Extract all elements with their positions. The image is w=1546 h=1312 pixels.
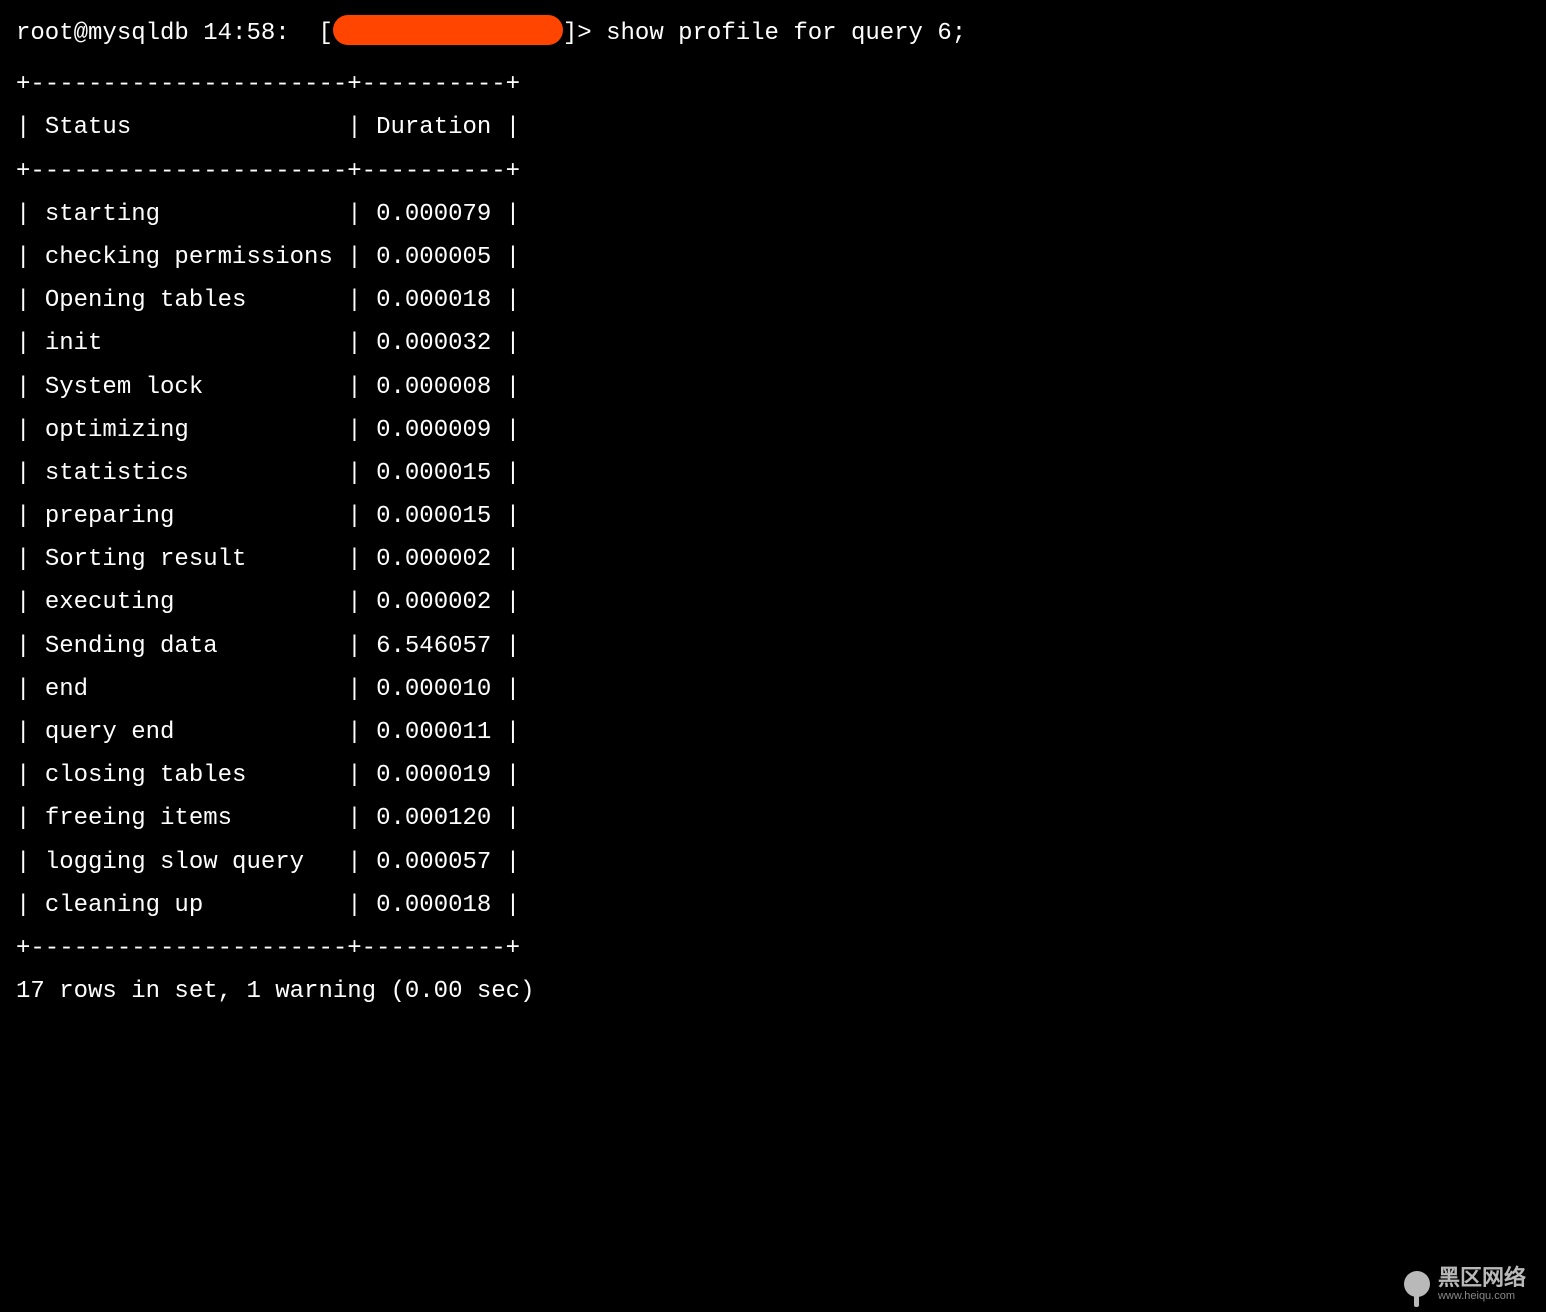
watermark: 黑区网络 www.heiqu.com xyxy=(1404,1266,1526,1302)
duration-cell: 0.000002 xyxy=(376,589,491,616)
result-footer: 17 rows in set, 1 warning (0.00 sec) xyxy=(16,970,1530,1013)
table-header-row: | Status | Duration | xyxy=(16,106,1530,149)
watermark-sub: www.heiqu.com xyxy=(1438,1290,1526,1302)
prompt-time: 14:58 xyxy=(203,20,275,47)
duration-cell: 0.000009 xyxy=(376,417,491,444)
column-header-status: Status xyxy=(45,114,333,141)
mushroom-icon xyxy=(1404,1271,1430,1297)
status-cell: init xyxy=(45,330,333,357)
status-cell: checking permissions xyxy=(45,244,333,271)
table-header-separator: +----------------------+----------+ xyxy=(16,150,1530,193)
table-row: | end | 0.000010 | xyxy=(16,668,1530,711)
table-row: | starting | 0.000079 | xyxy=(16,193,1530,236)
table-row: | preparing | 0.000015 | xyxy=(16,495,1530,538)
bracket-close: ]> xyxy=(563,20,592,47)
status-cell: freeing items xyxy=(45,805,333,832)
table-row: | Sorting result | 0.000002 | xyxy=(16,538,1530,581)
status-cell: logging slow query xyxy=(45,849,333,876)
status-cell: Sending data xyxy=(45,633,333,660)
column-header-duration: Duration xyxy=(376,114,491,141)
status-cell: cleaning up xyxy=(45,892,333,919)
duration-cell: 0.000015 xyxy=(376,503,491,530)
redacted-dbname xyxy=(333,15,563,45)
watermark-main: 黑区网络 xyxy=(1438,1266,1526,1290)
table-row: | cleaning up | 0.000018 | xyxy=(16,884,1530,927)
table-row: | Opening tables | 0.000018 | xyxy=(16,279,1530,322)
status-cell: Sorting result xyxy=(45,546,333,573)
status-cell: System lock xyxy=(45,374,333,401)
table-row: | init | 0.000032 | xyxy=(16,322,1530,365)
duration-cell: 0.000057 xyxy=(376,849,491,876)
duration-cell: 0.000032 xyxy=(376,330,491,357)
prompt-user: root xyxy=(16,20,74,47)
table-row: | query end | 0.000011 | xyxy=(16,711,1530,754)
status-cell: executing xyxy=(45,589,333,616)
duration-cell: 0.000011 xyxy=(376,719,491,746)
table-row: | checking permissions | 0.000005 | xyxy=(16,236,1530,279)
table-row: | freeing items | 0.000120 | xyxy=(16,797,1530,840)
table-row: | executing | 0.000002 | xyxy=(16,581,1530,624)
table-row: | Sending data | 6.546057 | xyxy=(16,625,1530,668)
status-cell: preparing xyxy=(45,503,333,530)
duration-cell: 6.546057 xyxy=(376,633,491,660)
table-top-border: +----------------------+----------+ xyxy=(16,63,1530,106)
duration-cell: 0.000079 xyxy=(376,201,491,228)
table-row: | closing tables | 0.000019 | xyxy=(16,754,1530,797)
duration-cell: 0.000018 xyxy=(376,892,491,919)
bracket-open: [ xyxy=(318,20,332,47)
duration-cell: 0.000019 xyxy=(376,762,491,789)
status-cell: end xyxy=(45,676,333,703)
status-cell: Opening tables xyxy=(45,287,333,314)
prompt-host: mysqldb xyxy=(88,20,189,47)
status-cell: query end xyxy=(45,719,333,746)
table-row: | optimizing | 0.000009 | xyxy=(16,409,1530,452)
table-row: | statistics | 0.000015 | xyxy=(16,452,1530,495)
status-cell: optimizing xyxy=(45,417,333,444)
duration-cell: 0.000010 xyxy=(376,676,491,703)
terminal-prompt[interactable]: root@mysqldb 14:58: []> show profile for… xyxy=(16,12,1530,55)
status-cell: starting xyxy=(45,201,333,228)
table-bottom-border: +----------------------+----------+ xyxy=(16,927,1530,970)
duration-cell: 0.000015 xyxy=(376,460,491,487)
duration-cell: 0.000120 xyxy=(376,805,491,832)
table-row: | System lock | 0.000008 | xyxy=(16,366,1530,409)
duration-cell: 0.000018 xyxy=(376,287,491,314)
command-text: show profile for query 6; xyxy=(606,20,966,47)
table-row: | logging slow query | 0.000057 | xyxy=(16,841,1530,884)
duration-cell: 0.000008 xyxy=(376,374,491,401)
duration-cell: 0.000002 xyxy=(376,546,491,573)
status-cell: closing tables xyxy=(45,762,333,789)
duration-cell: 0.000005 xyxy=(376,244,491,271)
status-cell: statistics xyxy=(45,460,333,487)
